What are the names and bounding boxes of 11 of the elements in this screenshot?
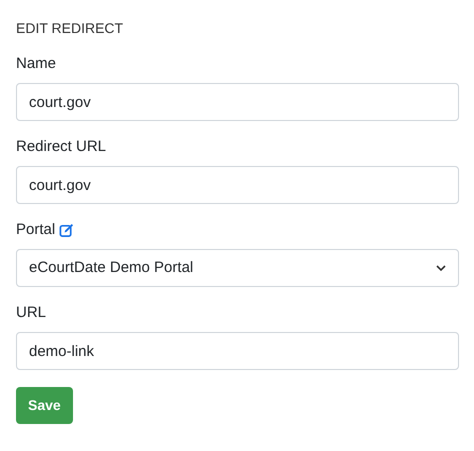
input-field[interactable]: demo-link — [16, 332, 459, 370]
input-field[interactable]: court.gov — [16, 83, 459, 121]
field-label: Portal — [16, 220, 56, 240]
field-label: Redirect URL — [16, 137, 106, 157]
field-label: URL — [16, 303, 46, 323]
edit-icon[interactable] — [59, 222, 74, 238]
form-title: EDIT REDIRECT — [16, 19, 124, 38]
portal-dropdown[interactable]: eCourtDate Demo Portal — [16, 249, 459, 287]
chevron-down-icon — [436, 265, 446, 271]
input-field[interactable]: court.gov — [16, 166, 459, 204]
field-label: Name — [16, 54, 56, 74]
